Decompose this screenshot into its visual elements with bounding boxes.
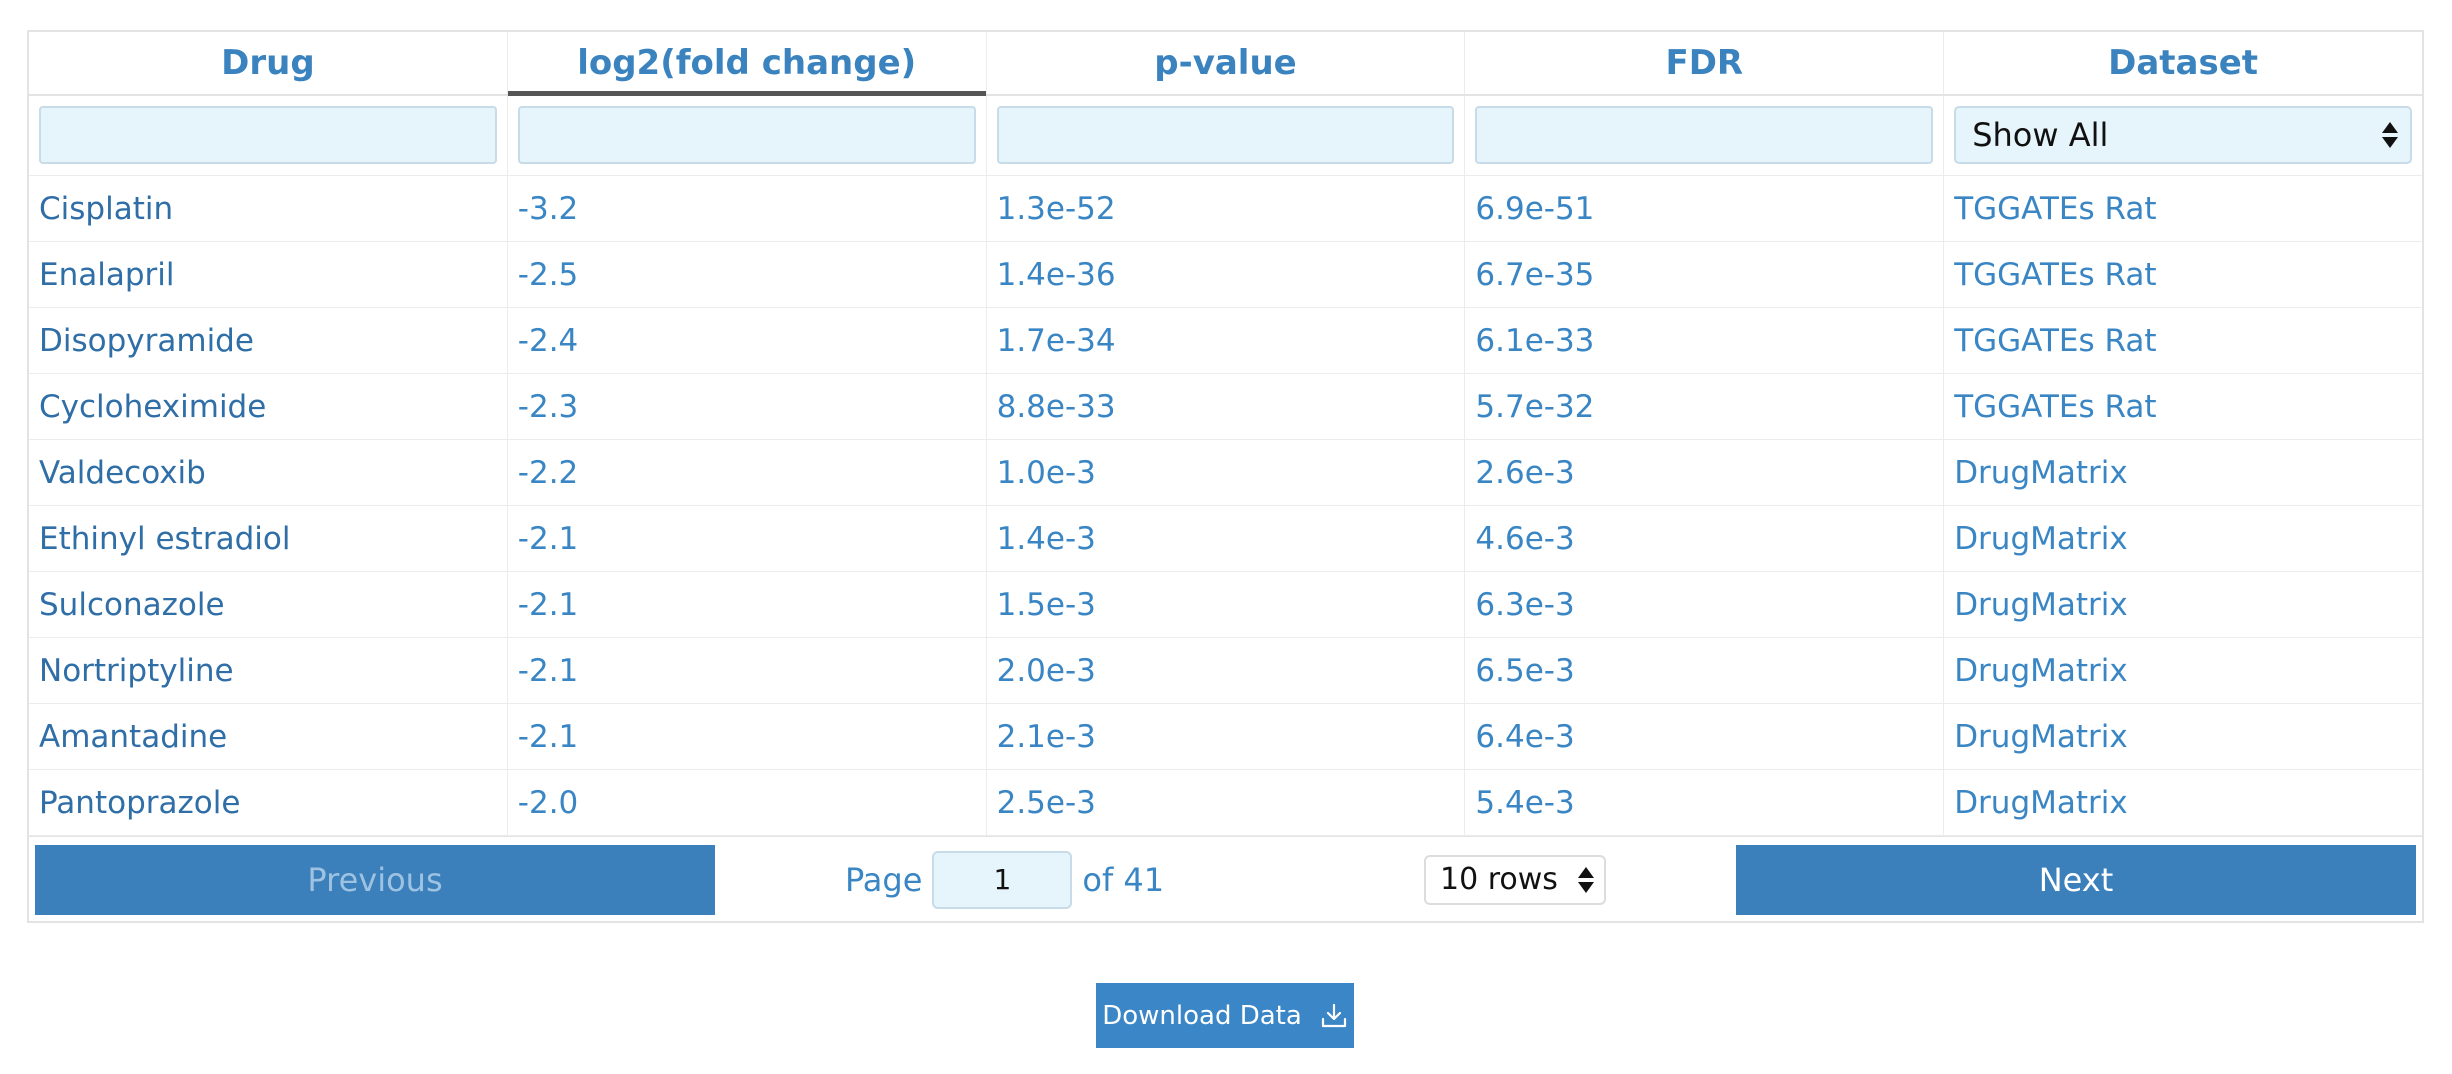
cell-pvalue: 2.0e-3 bbox=[987, 638, 1466, 703]
filter-cell-drug bbox=[29, 96, 508, 175]
cell-drug[interactable]: Disopyramide bbox=[29, 308, 508, 373]
select-arrows-icon bbox=[1578, 866, 1595, 893]
cell-drug[interactable]: Cisplatin bbox=[29, 176, 508, 241]
table-row: Ethinyl estradiol -2.1 1.4e-3 4.6e-3 Dru… bbox=[29, 506, 2422, 572]
cell-pvalue: 1.4e-3 bbox=[987, 506, 1466, 571]
filter-cell-fdr bbox=[1465, 96, 1945, 175]
cell-fdr: 6.4e-3 bbox=[1465, 704, 1945, 769]
cell-fdr: 6.9e-51 bbox=[1465, 176, 1945, 241]
pagination-center: Page 1 of 41 10 rows bbox=[715, 850, 1736, 909]
cell-log2fc: -2.1 bbox=[508, 572, 987, 637]
cell-fdr: 4.6e-3 bbox=[1465, 506, 1945, 571]
cell-fdr: 6.7e-35 bbox=[1465, 242, 1945, 307]
cell-drug[interactable]: Valdecoxib bbox=[29, 440, 508, 505]
cell-pvalue: 1.4e-36 bbox=[987, 242, 1466, 307]
column-header-fdr[interactable]: FDR bbox=[1465, 32, 1945, 94]
select-arrows-icon bbox=[2381, 122, 2398, 148]
cell-dataset[interactable]: TGGATEs Rat bbox=[1944, 374, 2422, 439]
filter-cell-log2fc bbox=[508, 96, 987, 175]
pvalue-filter-input[interactable] bbox=[996, 106, 1455, 164]
drug-filter-input[interactable] bbox=[39, 106, 497, 164]
cell-dataset[interactable]: DrugMatrix bbox=[1944, 638, 2422, 703]
cell-log2fc: -2.1 bbox=[508, 638, 987, 703]
cell-drug[interactable]: Amantadine bbox=[29, 704, 508, 769]
cell-fdr: 5.4e-3 bbox=[1465, 770, 1945, 835]
table-row: Cycloheximide -2.3 8.8e-33 5.7e-32 TGGAT… bbox=[29, 374, 2422, 440]
table-row: Valdecoxib -2.2 1.0e-3 2.6e-3 DrugMatrix bbox=[29, 440, 2422, 506]
filter-row: Show All bbox=[29, 96, 2422, 176]
table-row: Pantoprazole -2.0 2.5e-3 5.4e-3 DrugMatr… bbox=[29, 770, 2422, 836]
cell-pvalue: 1.5e-3 bbox=[987, 572, 1466, 637]
cell-log2fc: -2.0 bbox=[508, 770, 987, 835]
pagination-bar: Previous Page 1 of 41 10 rows Next bbox=[29, 836, 2422, 922]
cell-log2fc: -2.4 bbox=[508, 308, 987, 373]
cell-fdr: 6.1e-33 bbox=[1465, 308, 1945, 373]
column-header-drug[interactable]: Drug bbox=[29, 32, 508, 94]
cell-fdr: 6.3e-3 bbox=[1465, 572, 1945, 637]
rows-per-page-value: 10 rows bbox=[1440, 862, 1558, 897]
column-header-log2fc[interactable]: log2(fold change) bbox=[507, 32, 987, 96]
cell-pvalue: 2.5e-3 bbox=[987, 770, 1466, 835]
cell-dataset[interactable]: DrugMatrix bbox=[1944, 704, 2422, 769]
cell-log2fc: -2.1 bbox=[508, 506, 987, 571]
cell-pvalue: 2.1e-3 bbox=[987, 704, 1466, 769]
drug-results-table: Drug log2(fold change) p-value FDR Datas… bbox=[27, 30, 2424, 923]
next-button[interactable]: Next bbox=[1736, 844, 2416, 915]
cell-dataset[interactable]: DrugMatrix bbox=[1944, 572, 2422, 637]
previous-button[interactable]: Previous bbox=[35, 844, 715, 915]
cell-log2fc: -2.1 bbox=[508, 704, 987, 769]
cell-log2fc: -2.3 bbox=[508, 374, 987, 439]
cell-log2fc: -2.5 bbox=[508, 242, 987, 307]
cell-dataset[interactable]: DrugMatrix bbox=[1944, 440, 2422, 505]
dataset-filter-select[interactable]: Show All bbox=[1954, 106, 2412, 164]
rows-per-page-select[interactable]: 10 rows bbox=[1424, 854, 1607, 905]
download-data-button[interactable]: Download Data bbox=[1096, 983, 1354, 1048]
table-row: Amantadine -2.1 2.1e-3 6.4e-3 DrugMatrix bbox=[29, 704, 2422, 770]
cell-drug[interactable]: Pantoprazole bbox=[29, 770, 508, 835]
table-row: Cisplatin -3.2 1.3e-52 6.9e-51 TGGATEs R… bbox=[29, 176, 2422, 242]
table-row: Sulconazole -2.1 1.5e-3 6.3e-3 DrugMatri… bbox=[29, 572, 2422, 638]
table-row: Disopyramide -2.4 1.7e-34 6.1e-33 TGGATE… bbox=[29, 308, 2422, 374]
filter-cell-dataset: Show All bbox=[1944, 96, 2422, 175]
cell-log2fc: -2.2 bbox=[508, 440, 987, 505]
table-row: Nortriptyline -2.1 2.0e-3 6.5e-3 DrugMat… bbox=[29, 638, 2422, 704]
cell-pvalue: 8.8e-33 bbox=[987, 374, 1466, 439]
cell-drug[interactable]: Sulconazole bbox=[29, 572, 508, 637]
cell-fdr: 5.7e-32 bbox=[1465, 374, 1945, 439]
table-header: Drug log2(fold change) p-value FDR Datas… bbox=[29, 32, 2422, 96]
cell-dataset[interactable]: TGGATEs Rat bbox=[1944, 176, 2422, 241]
page-number-input[interactable]: 1 bbox=[932, 850, 1073, 909]
cell-fdr: 2.6e-3 bbox=[1465, 440, 1945, 505]
cell-pvalue: 1.0e-3 bbox=[987, 440, 1466, 505]
download-icon bbox=[1321, 1003, 1346, 1027]
cell-drug[interactable]: Nortriptyline bbox=[29, 638, 508, 703]
dataset-filter-value: Show All bbox=[1972, 116, 2109, 154]
cell-dataset[interactable]: TGGATEs Rat bbox=[1944, 242, 2422, 307]
cell-dataset[interactable]: TGGATEs Rat bbox=[1944, 308, 2422, 373]
cell-pvalue: 1.3e-52 bbox=[987, 176, 1466, 241]
cell-dataset[interactable]: DrugMatrix bbox=[1944, 506, 2422, 571]
cell-drug[interactable]: Enalapril bbox=[29, 242, 508, 307]
cell-fdr: 6.5e-3 bbox=[1465, 638, 1945, 703]
download-label: Download Data bbox=[1102, 1000, 1302, 1031]
cell-pvalue: 1.7e-34 bbox=[987, 308, 1466, 373]
table-body: Cisplatin -3.2 1.3e-52 6.9e-51 TGGATEs R… bbox=[29, 176, 2422, 836]
column-header-pvalue[interactable]: p-value bbox=[987, 32, 1466, 94]
page-label: Page bbox=[844, 860, 923, 899]
fdr-filter-input[interactable] bbox=[1475, 106, 1934, 164]
cell-dataset[interactable]: DrugMatrix bbox=[1944, 770, 2422, 835]
table-row: Enalapril -2.5 1.4e-36 6.7e-35 TGGATEs R… bbox=[29, 242, 2422, 308]
filter-cell-pvalue bbox=[987, 96, 1466, 175]
total-pages-label: of 41 bbox=[1082, 860, 1165, 899]
page-info: Page 1 of 41 bbox=[844, 850, 1165, 909]
cell-drug[interactable]: Cycloheximide bbox=[29, 374, 508, 439]
column-header-dataset[interactable]: Dataset bbox=[1944, 32, 2422, 94]
cell-log2fc: -3.2 bbox=[508, 176, 987, 241]
cell-drug[interactable]: Ethinyl estradiol bbox=[29, 506, 508, 571]
log2fc-filter-input[interactable] bbox=[517, 106, 976, 164]
